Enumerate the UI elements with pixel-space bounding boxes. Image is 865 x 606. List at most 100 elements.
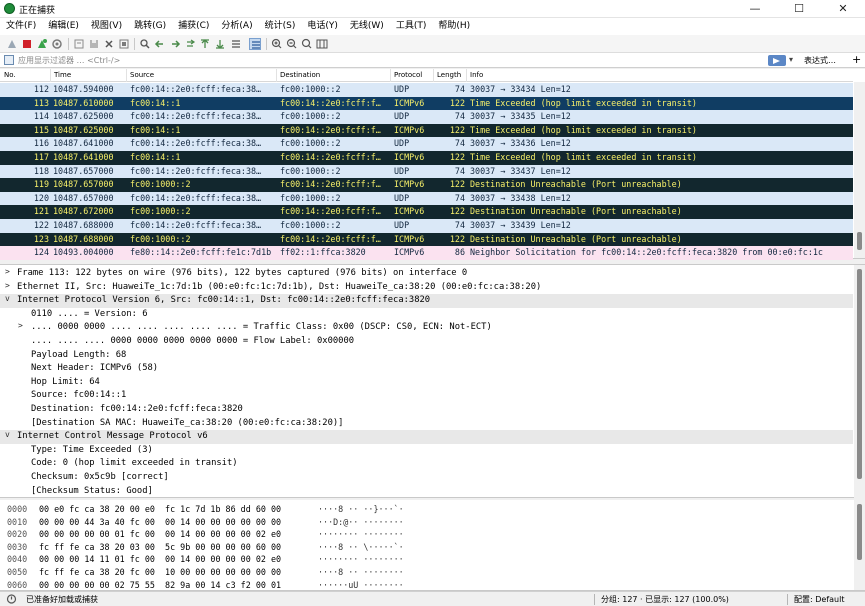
hex-row[interactable]: 0010 00 00 00 44 3a 40 fc 00 00 14 00 00 … [0, 516, 853, 529]
close-file-icon[interactable] [103, 38, 115, 50]
expanded-arrow-icon[interactable]: v [5, 430, 10, 439]
detail-field[interactable]: [Destination SA MAC: HuaweiTe_ca:38:20 (… [0, 417, 853, 431]
hex-row[interactable]: 0000 00 e0 fc ca 38 20 00 e0 fc 1c 7d 1b … [0, 503, 853, 516]
detail-text: Destination: fc00:14::2e0:fcff:feca:3820 [31, 404, 243, 414]
bytes-scroll-thumb[interactable] [857, 504, 862, 560]
detail-field[interactable]: > .... 0000 0000 .... .... .... .... ....… [0, 321, 853, 335]
detail-section-header[interactable]: v Internet Protocol Version 6, Src: fc00:… [0, 294, 853, 308]
open-file-icon[interactable] [73, 38, 85, 50]
detail-field[interactable]: > Frame 113: 122 bytes on wire (976 bits)… [0, 267, 853, 281]
packet-row[interactable]: 121 10487.672000 fc00:1000::2 fc00:14::2e0:… [0, 205, 853, 219]
packet-list-scrollbar[interactable] [854, 82, 865, 258]
auto-scroll-icon[interactable] [230, 38, 242, 50]
detail-field[interactable]: 0110 .... = Version: 6 [0, 308, 853, 322]
restart-capture-icon[interactable] [36, 38, 48, 50]
detail-field[interactable]: Source: fc00:14::1 [0, 389, 853, 403]
menu-help[interactable]: 帮助(H) [432, 18, 476, 35]
packet-row[interactable]: 112 10487.594000 fc00:14::2e0:fcff:feca:38… [0, 83, 853, 97]
packet-row[interactable]: 122 10487.688000 fc00:14::2e0:fcff:feca:38… [0, 219, 853, 233]
menu-telephony[interactable]: 电话(Y) [301, 18, 344, 35]
detail-field[interactable]: [Checksum Status: Good] [0, 485, 853, 499]
detail-field[interactable]: Payload Length: 68 [0, 349, 853, 363]
hex-row[interactable]: 0020 00 00 00 00 00 01 fc 00 00 14 00 00 … [0, 528, 853, 541]
menu-tools[interactable]: 工具(T) [390, 18, 433, 35]
details-scroll-thumb[interactable] [857, 269, 862, 479]
detail-field[interactable]: Type: Time Exceeded (3) [0, 444, 853, 458]
display-filter-input[interactable] [18, 54, 766, 67]
column-header-time[interactable]: Time [54, 71, 71, 79]
go-last-icon[interactable] [214, 38, 226, 50]
packet-row[interactable]: 115 10487.625000 fc00:14::1 fc00:14::2e0:fc… [0, 123, 853, 138]
detail-field[interactable]: Checksum: 0x5c9b [correct] [0, 471, 853, 485]
zoom-out-icon[interactable] [286, 38, 298, 50]
column-header-destination[interactable]: Destination [280, 71, 320, 79]
go-forward-icon[interactable] [169, 38, 181, 50]
detail-field[interactable]: Code: 0 (hop limit exceeded in transit) [0, 457, 853, 471]
detail-field[interactable]: Next Header: ICMPv6 (58) [0, 362, 853, 376]
detail-field[interactable]: .... .... .... 0000 0000 0000 0000 0000 … [0, 335, 853, 349]
details-scrollbar[interactable] [854, 265, 865, 498]
reload-file-icon[interactable] [118, 38, 130, 50]
packet-row[interactable]: 123 10487.688000 fc00:1000::2 fc00:14::2e0:… [0, 232, 853, 247]
hex-row[interactable]: 0050 fc ff fe ca 38 20 fc 00 10 00 00 00 … [0, 566, 853, 579]
packet-row[interactable]: 119 10487.657000 fc00:1000::2 fc00:14::2e0:… [0, 178, 853, 192]
go-first-icon[interactable] [199, 38, 211, 50]
menu-wireless[interactable]: 无线(W) [344, 18, 390, 35]
packet-row[interactable]: 114 10487.625000 fc00:14::2e0:fcff:feca:38… [0, 110, 853, 124]
packet-row[interactable]: 116 10487.641000 fc00:14::2e0:fcff:feca:38… [0, 137, 853, 151]
detail-text: Frame 113: 122 bytes on wire (976 bits),… [17, 268, 468, 278]
menu-capture[interactable]: 捕获(C) [172, 18, 215, 35]
menu-analyze[interactable]: 分析(A) [215, 18, 258, 35]
packet-row[interactable]: 117 10487.641000 fc00:14::1 fc00:14::2e0:fc… [0, 151, 853, 165]
expanded-arrow-icon[interactable]: v [5, 294, 10, 303]
save-file-icon[interactable] [88, 38, 100, 50]
close-button[interactable]: ✕ [821, 0, 865, 18]
detail-field[interactable]: > Ethernet II, Src: HuaweiTe_1c:7d:1b (00… [0, 281, 853, 295]
packet-row[interactable]: 124 10493.004000 fe80::14::2e0:fcff:fe1c:7… [0, 246, 853, 260]
ready-status-icon[interactable] [6, 594, 17, 604]
detail-section-header[interactable]: v Internet Control Message Protocol v6 [0, 430, 853, 444]
packet-list-scroll-thumb[interactable] [857, 232, 862, 250]
bookmark-filter-icon[interactable] [4, 55, 14, 65]
hex-row[interactable]: 0060 00 00 00 00 00 02 75 55 82 9a 00 14 … [0, 579, 853, 592]
start-capture-icon[interactable] [6, 38, 18, 50]
minimize-button[interactable]: — [733, 0, 777, 18]
bytes-scrollbar[interactable] [854, 500, 865, 590]
collapsed-arrow-icon[interactable]: > [18, 321, 23, 330]
column-header-length[interactable]: Length [437, 71, 461, 79]
stop-capture-icon[interactable] [21, 38, 33, 50]
zoom-in-icon[interactable] [271, 38, 283, 50]
find-packet-icon[interactable] [139, 38, 151, 50]
column-header-protocol[interactable]: Protocol [394, 71, 422, 79]
menu-view[interactable]: 视图(V) [85, 18, 128, 35]
hex-row[interactable]: 0040 00 00 00 14 11 01 fc 00 00 14 00 00 … [0, 553, 853, 566]
profile-status[interactable]: 配置: Default [794, 594, 844, 605]
filter-history-dropdown[interactable]: ▾ [789, 55, 793, 64]
menu-statistics[interactable]: 统计(S) [259, 18, 302, 35]
packet-row[interactable]: 120 10487.657000 fc00:14::2e0:fcff:feca:38… [0, 191, 853, 206]
collapsed-arrow-icon[interactable]: > [5, 267, 10, 276]
expression-button[interactable]: 表达式… [804, 55, 836, 66]
go-back-icon[interactable] [154, 38, 166, 50]
hex-row[interactable]: 0030 fc ff fe ca 38 20 03 00 5c 9b 00 00 … [0, 541, 853, 554]
menu-file[interactable]: 文件(F) [0, 18, 42, 35]
packet-row[interactable]: 113 10487.610000 fc00:14::1 fc00:14::2e0:fc… [0, 96, 853, 111]
go-to-packet-icon[interactable] [184, 38, 196, 50]
capture-options-icon[interactable] [51, 38, 63, 50]
packet-row[interactable]: 118 10487.657000 fc00:14::2e0:fcff:feca:38… [0, 164, 853, 179]
column-header-no[interactable]: No. [4, 71, 16, 79]
resize-columns-icon[interactable] [316, 38, 328, 50]
detail-field[interactable]: Destination: fc00:14::2e0:fcff:feca:3820 [0, 403, 853, 417]
column-header-source[interactable]: Source [130, 71, 154, 79]
colorize-icon[interactable] [249, 38, 261, 50]
collapsed-arrow-icon[interactable]: > [5, 281, 10, 290]
column-header-info[interactable]: Info [470, 71, 483, 79]
apply-filter-arrow-icon[interactable] [768, 55, 786, 66]
menu-edit[interactable]: 编辑(E) [42, 18, 85, 35]
zoom-normal-icon[interactable] [301, 38, 313, 50]
menu-go[interactable]: 跳转(G) [128, 18, 172, 35]
detail-field[interactable]: Hop Limit: 64 [0, 376, 853, 390]
add-filter-button[interactable]: + [852, 53, 861, 66]
packet-destination: fc00:1000::2 [280, 220, 341, 230]
maximize-button[interactable]: ☐ [777, 0, 821, 18]
